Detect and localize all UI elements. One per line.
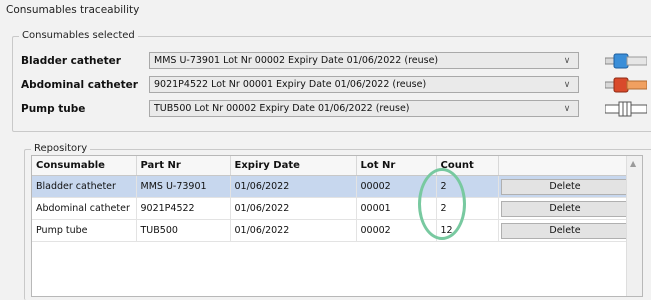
cell-part-nr[interactable]: 9021P4522 (136, 197, 231, 220)
abdominal-catheter-label: Abdominal catheter (21, 78, 138, 91)
pump-tube-label: Pump tube (21, 102, 86, 115)
bladder-catheter-value: MMS U-73901 Lot Nr 00002 Expiry Date 01/… (154, 55, 439, 66)
chevron-down-icon[interactable]: ∨ (560, 104, 574, 114)
bladder-catheter-label: Bladder catheter (21, 54, 121, 67)
abdominal-catheter-value: 9021P4522 Lot Nr 00001 Expiry Date 01/06… (154, 79, 427, 90)
cell-part-nr[interactable]: TUB500 (136, 219, 231, 242)
pump-tube-value: TUB500 Lot Nr 00002 Expiry Date 01/06/20… (154, 103, 410, 114)
repository-table: Consumable Part Nr Expiry Date Lot Nr Co… (32, 156, 633, 242)
cell-action: Delete (498, 219, 633, 242)
repository-label: Repository (31, 143, 91, 154)
consumables-selected-group: Consumables selected Bladder catheter MM… (12, 30, 651, 132)
repository-table-container: Consumable Part Nr Expiry Date Lot Nr Co… (31, 155, 643, 297)
red-catheter-icon (605, 77, 647, 92)
scroll-up-arrow-icon[interactable]: ▲ (630, 159, 636, 168)
blue-catheter-icon (605, 53, 647, 68)
table-header-row: Consumable Part Nr Expiry Date Lot Nr Co… (32, 156, 633, 176)
column-header-expiry-date[interactable]: Expiry Date (230, 156, 357, 176)
table-row[interactable]: Abdominal catheter 9021P4522 01/06/2022 … (32, 197, 633, 220)
cell-expiry-date[interactable]: 01/06/2022 (230, 197, 357, 220)
pump-tube-row: Pump tube TUB500 Lot Nr 00002 Expiry Dat… (21, 99, 647, 118)
delete-button[interactable]: Delete (500, 178, 630, 195)
table-row[interactable]: Pump tube TUB500 01/06/2022 00002 12 Del… (32, 219, 633, 242)
abdominal-catheter-row: Abdominal catheter 9021P4522 Lot Nr 0000… (21, 75, 647, 94)
column-header-consumable[interactable]: Consumable (32, 156, 137, 176)
count-highlight-circle (418, 168, 466, 240)
pump-tube-icon (605, 101, 647, 116)
cell-consumable[interactable]: Abdominal catheter (32, 197, 137, 220)
consumables-selected-label: Consumables selected (19, 30, 138, 41)
column-header-action (498, 156, 633, 176)
table-row[interactable]: Bladder catheter MMS U-73901 01/06/2022 … (32, 175, 633, 198)
window-title: Consumables traceability (6, 4, 140, 16)
pump-tube-select[interactable]: TUB500 Lot Nr 00002 Expiry Date 01/06/20… (149, 100, 579, 117)
delete-button[interactable]: Delete (500, 200, 630, 217)
cell-consumable[interactable]: Pump tube (32, 219, 137, 242)
bladder-catheter-row: Bladder catheter MMS U-73901 Lot Nr 0000… (21, 51, 647, 70)
chevron-down-icon[interactable]: ∨ (560, 80, 574, 90)
abdominal-catheter-select[interactable]: 9021P4522 Lot Nr 00001 Expiry Date 01/06… (149, 76, 579, 93)
column-header-part-nr[interactable]: Part Nr (136, 156, 231, 176)
cell-action: Delete (498, 197, 633, 220)
delete-button[interactable]: Delete (500, 222, 630, 239)
cell-action: Delete (498, 175, 633, 198)
cell-part-nr[interactable]: MMS U-73901 (136, 175, 231, 198)
bladder-catheter-select[interactable]: MMS U-73901 Lot Nr 00002 Expiry Date 01/… (149, 52, 579, 69)
cell-consumable[interactable]: Bladder catheter (32, 175, 137, 198)
column-header-lot-nr[interactable]: Lot Nr (356, 156, 437, 176)
repository-group: Repository Consumable Part Nr Expiry Dat… (24, 143, 651, 300)
cell-expiry-date[interactable]: 01/06/2022 (230, 175, 357, 198)
cell-expiry-date[interactable]: 01/06/2022 (230, 219, 357, 242)
chevron-down-icon[interactable]: ∨ (560, 56, 574, 66)
vertical-scrollbar[interactable]: ▲ (626, 156, 642, 296)
